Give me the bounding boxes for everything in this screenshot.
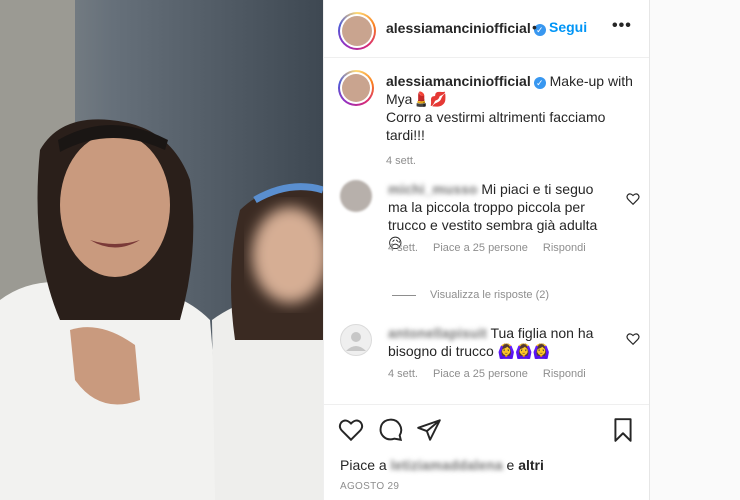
commenter-avatar[interactable] — [340, 180, 372, 212]
likes-summary: Piace a letiziamaddalena e altri — [340, 457, 544, 473]
share-icon[interactable] — [416, 417, 442, 443]
comment-item: michi_musso Mi piaci e ti seguo ma la pi… — [340, 180, 640, 270]
heart-icon[interactable] — [626, 332, 640, 346]
verified-icon: ✓ — [533, 77, 546, 89]
post-caption: alessiamanciniofficial ✓ Make-up with Mya… — [386, 72, 636, 170]
caption-avatar[interactable] — [338, 70, 374, 106]
comment-meta: 4 sett. Piace a 25 persone Rispondi — [388, 368, 598, 380]
liker-username[interactable]: letiziamaddalena — [391, 457, 503, 473]
comment-time[interactable]: 4 sett. — [388, 368, 418, 380]
heart-icon[interactable] — [338, 417, 364, 443]
more-icon[interactable]: ••• — [612, 17, 632, 35]
comment-body: antonellapisuit Tua figlia non ha bisogn… — [388, 324, 610, 360]
caption-username[interactable]: alessiamanciniofficial — [386, 73, 531, 89]
reply-button[interactable]: Rispondi — [543, 368, 586, 380]
post-image — [0, 0, 323, 500]
heart-icon[interactable] — [626, 192, 640, 206]
commenter-avatar[interactable] — [340, 324, 372, 356]
author-username[interactable]: alessiamanciniofficial ✓ — [386, 20, 546, 36]
comment-likes[interactable]: Piace a 25 persone — [433, 368, 528, 380]
follow-button[interactable]: Segui — [549, 19, 587, 35]
author-avatar[interactable] — [338, 12, 376, 50]
comment-icon[interactable] — [378, 417, 404, 443]
comment-meta: 4 sett. Piace a 25 persone Rispondi — [388, 242, 598, 254]
post-side-panel: alessiamanciniofficial ✓ • Segui ••• ales… — [323, 0, 650, 500]
reply-button[interactable]: Rispondi — [543, 242, 586, 254]
caption-text-line2: Corro a vestirmi altrimenti facciamo tar… — [386, 109, 606, 143]
post-actions: Piace a letiziamaddalena e altri AGOSTO … — [324, 404, 650, 500]
post-header: alessiamanciniofficial ✓ • Segui ••• — [324, 0, 650, 58]
separator-dot: • — [532, 19, 537, 35]
comment-username[interactable]: antonellapisuit — [388, 324, 487, 342]
caption-time[interactable]: 4 sett. — [386, 152, 636, 170]
view-replies-button[interactable]: Visualizza le risposte (2) — [392, 289, 549, 301]
page-background — [649, 0, 740, 500]
post-photo[interactable] — [0, 0, 323, 500]
likes-others-link[interactable]: altri — [518, 457, 544, 473]
comment-username[interactable]: michi_musso — [388, 180, 477, 198]
replies-divider — [392, 294, 416, 296]
comment-likes[interactable]: Piace a 25 persone — [433, 242, 528, 254]
comment-item: antonellapisuit Tua figlia non ha bisogn… — [340, 324, 640, 384]
bookmark-icon[interactable] — [610, 417, 636, 443]
comment-time[interactable]: 4 sett. — [388, 242, 418, 254]
post-date[interactable]: AGOSTO 29 — [340, 481, 399, 492]
